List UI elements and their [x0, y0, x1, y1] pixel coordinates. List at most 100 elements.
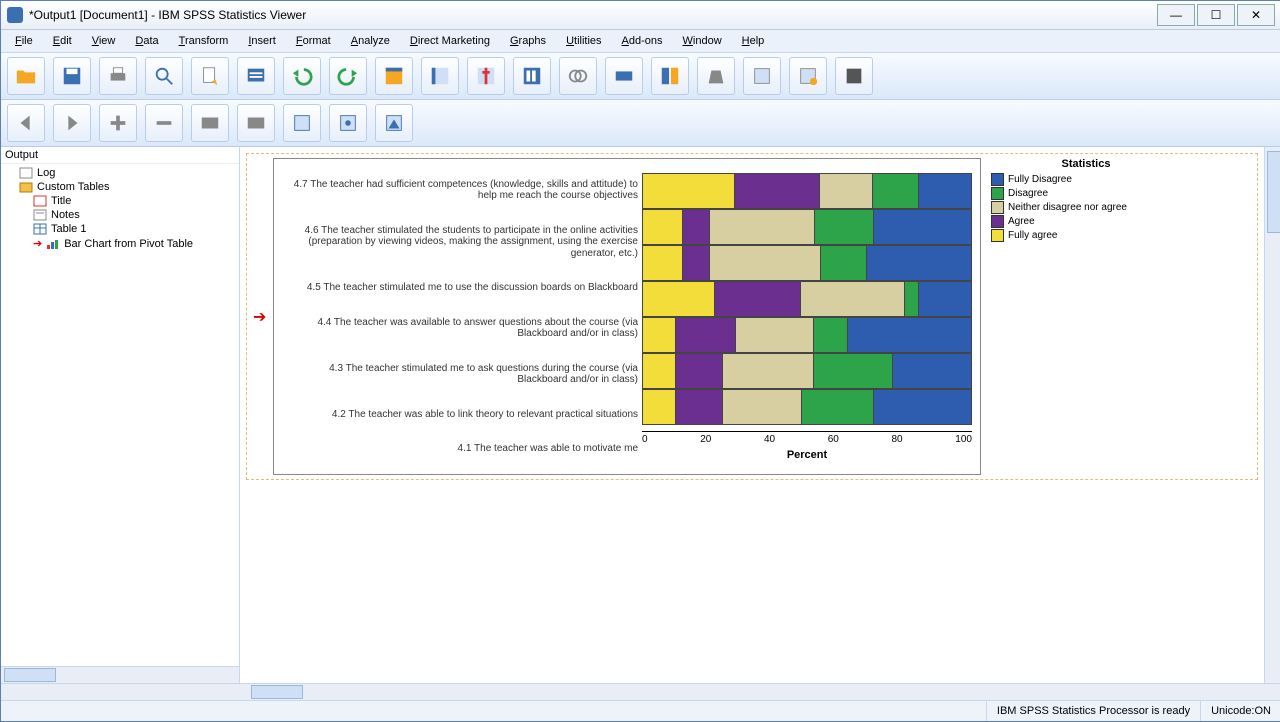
menubar: FileEditViewDataTransformInsertFormatAna… [1, 30, 1280, 53]
show-hide-button[interactable] [835, 57, 873, 95]
chart-segment [643, 174, 735, 208]
demote-button[interactable] [145, 104, 183, 142]
chart-segment [683, 210, 710, 244]
chart-segment [715, 282, 800, 316]
menu-transform[interactable]: Transform [169, 33, 239, 49]
chart-segment [676, 318, 735, 352]
outline-item-log[interactable]: Log [5, 166, 235, 180]
select-cases-button[interactable] [559, 57, 597, 95]
chart-x-tick: 60 [828, 434, 839, 445]
chart-segment [874, 210, 971, 244]
legend-swatch-icon [991, 215, 1004, 228]
export-button[interactable] [191, 57, 229, 95]
print-button[interactable] [99, 57, 137, 95]
menu-file[interactable]: File [5, 33, 43, 49]
outline-pane: Output Log Custom Tables Title Notes Table 1… [1, 147, 240, 683]
menu-direct-marketing[interactable]: Direct Marketing [400, 33, 500, 49]
chart-segment [736, 318, 815, 352]
outline-item-label: Notes [51, 209, 80, 221]
outline-item-label: Title [51, 195, 71, 207]
chart-segment [867, 246, 971, 280]
outline-item-bar-chart-from-pivot-table[interactable]: ➔Bar Chart from Pivot Table [5, 236, 235, 251]
menu-analyze[interactable]: Analyze [341, 33, 400, 49]
menu-edit[interactable]: Edit [43, 33, 82, 49]
body: Output Log Custom Tables Title Notes Table 1… [1, 147, 1280, 683]
chart-plot-area: 020406080100 Percent [642, 167, 972, 466]
viewer-scrollbar-h[interactable] [1, 683, 1280, 700]
chart-selection-frame[interactable]: ➔ 4.7 The teacher had sufficient compete… [246, 153, 1258, 480]
save-button[interactable] [53, 57, 91, 95]
outline-scrollbar-h[interactable] [1, 666, 239, 683]
menu-utilities[interactable]: Utilities [556, 33, 611, 49]
chart-segment [814, 318, 847, 352]
chart-segment [683, 246, 710, 280]
redo-button[interactable] [329, 57, 367, 95]
close-button[interactable]: ✕ [1237, 4, 1275, 26]
chart-segment [820, 174, 873, 208]
minimize-button[interactable]: — [1157, 4, 1195, 26]
chart-segment [723, 354, 815, 388]
value-labels-button[interactable] [605, 57, 643, 95]
outline-item-label: Log [37, 167, 55, 179]
table-icon [33, 223, 47, 235]
status-processor: IBM SPSS Statistics Processor is ready [986, 701, 1200, 721]
legend-item: Disagree [991, 187, 1181, 200]
forward-button[interactable] [53, 104, 91, 142]
insert-button[interactable] [743, 57, 781, 95]
menu-data[interactable]: Data [125, 33, 168, 49]
goto-case-button[interactable] [421, 57, 459, 95]
outline-item-notes[interactable]: Notes [5, 208, 235, 222]
weight-cases-button[interactable] [697, 57, 735, 95]
split-file-button[interactable] [651, 57, 689, 95]
arrow-icon: ➔ [33, 237, 42, 250]
chart-y-labels: 4.7 The teacher had sufficient competenc… [282, 167, 642, 466]
toolbar-main [1, 53, 1280, 100]
outline-root[interactable]: Output [1, 147, 239, 164]
outline-item-label: Table 1 [51, 223, 86, 235]
chart-segment [710, 246, 821, 280]
chart-segment [814, 354, 893, 388]
expand-button[interactable] [237, 104, 275, 142]
outline-item-table-1[interactable]: Table 1 [5, 222, 235, 236]
chart-bar [642, 173, 972, 209]
menu-view[interactable]: View [82, 33, 126, 49]
insert-heading-button[interactable] [375, 104, 413, 142]
chart-segment [676, 354, 722, 388]
menu-add-ons[interactable]: Add-ons [612, 33, 673, 49]
menu-insert[interactable]: Insert [238, 33, 286, 49]
back-button[interactable] [7, 104, 45, 142]
legend-label: Agree [1008, 216, 1035, 227]
chart-segment [723, 390, 802, 424]
chart-category-label: 4.6 The teacher stimulated the students … [282, 225, 642, 260]
open-button[interactable] [7, 57, 45, 95]
chart-segment [643, 390, 676, 424]
promote-button[interactable] [99, 104, 137, 142]
chart-segment [893, 354, 971, 388]
variables-button[interactable] [513, 57, 551, 95]
menu-window[interactable]: Window [673, 33, 732, 49]
chart-segment [905, 282, 919, 316]
recall-dialog-button[interactable] [237, 57, 275, 95]
print-preview-button[interactable] [145, 57, 183, 95]
chart-object[interactable]: 4.7 The teacher had sufficient competenc… [273, 158, 981, 475]
outline-item-label: Custom Tables [37, 181, 110, 193]
chart-segment [848, 318, 971, 352]
goto-data-button[interactable] [375, 57, 413, 95]
menu-help[interactable]: Help [732, 33, 775, 49]
outline-item-custom-tables[interactable]: Custom Tables [5, 180, 235, 194]
collapse-button[interactable] [191, 104, 229, 142]
chart-bar [642, 245, 972, 281]
chart-segment [802, 390, 874, 424]
hide-button[interactable] [329, 104, 367, 142]
legend-swatch-icon [991, 229, 1004, 242]
show-button[interactable] [283, 104, 321, 142]
menu-format[interactable]: Format [286, 33, 341, 49]
outline-item-title[interactable]: Title [5, 194, 235, 208]
goto-variable-button[interactable] [467, 57, 505, 95]
designate-window-button[interactable] [789, 57, 827, 95]
undo-button[interactable] [283, 57, 321, 95]
maximize-button[interactable]: ☐ [1197, 4, 1235, 26]
menu-graphs[interactable]: Graphs [500, 33, 556, 49]
viewer-scrollbar-v[interactable] [1264, 147, 1280, 683]
chart-segment [643, 210, 683, 244]
